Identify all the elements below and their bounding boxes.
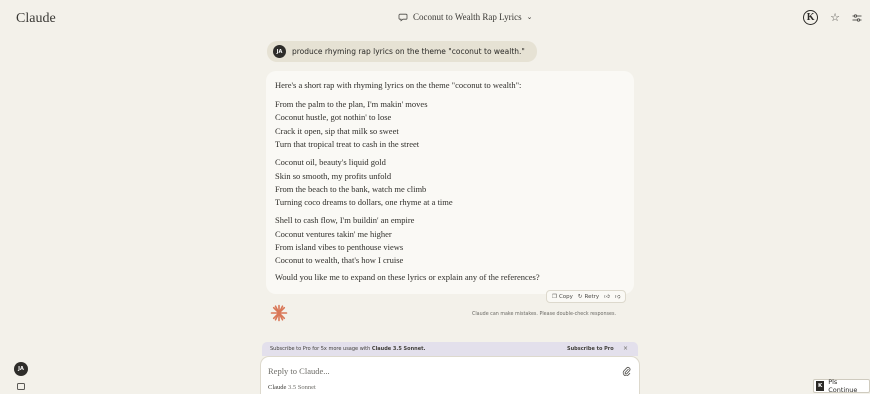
extension-logo-icon: K [816,381,825,391]
lyrics-stanza-3: Shell to cash flow, I'm buildin' an empi… [275,214,625,268]
pls-continue-button[interactable]: K Pls Continue [813,378,870,394]
brand-logo[interactable]: Claude [16,11,56,27]
lyric-line: Crack it open, sip that milk so sweet [275,125,399,136]
close-icon[interactable]: × [623,345,628,352]
lyric-line: Turning coco dreams to dollars, one rhym… [275,197,453,208]
lyric-line: From island vibes to penthouse views [275,242,404,253]
assistant-intro: Here's a short rap with rhyming lyrics o… [275,80,522,90]
retry-button[interactable]: ↻ Retry [578,294,599,300]
attach-button[interactable] [619,364,633,378]
message-actions: ❐ Copy ↻ Retry 👍︎ 👎︎ [546,290,627,303]
lyrics-stanza-1: From the palm to the plan, I'm makin' mo… [275,98,625,152]
lyric-line: Coconut to wealth, that's how I cruise [275,255,404,266]
user-message-text: produce rhyming rap lyrics on the theme … [292,47,525,56]
lyric-line: Coconut hustle, got nothin' to lose [275,112,392,123]
lyric-line: Coconut oil, beauty's liquid gold [275,157,386,168]
promo-text: Subscribe to Pro for 5x more usage with … [270,346,426,352]
retry-icon: ↻ [577,293,583,300]
conversation-title: Coconut to Wealth Rap Lyrics [413,12,522,22]
paperclip-icon [622,367,630,376]
copy-icon: ❐ [552,293,557,300]
disclaimer-text: Claude can make mistakes. Please double-… [472,312,617,317]
user-message: JA produce rhyming rap lyrics on the the… [267,41,537,62]
chat-icon [398,13,408,22]
subscribe-banner: Subscribe to Pro for 5x more usage with … [262,342,638,356]
subscribe-to-pro-link[interactable]: Subscribe to Pro [567,346,614,352]
account-avatar[interactable]: K [803,10,819,25]
model-version: 3.5 Sonnet [288,384,316,391]
thumbs-up-icon[interactable]: 👍︎ [604,294,610,300]
lyrics-stanza-2: Coconut oil, beauty's liquid gold Skin s… [275,156,625,210]
conversation-title-menu[interactable]: Coconut to Wealth Rap Lyrics ⌄ [398,12,532,22]
lyric-line: Shell to cash flow, I'm buildin' an empi… [275,215,415,226]
chevron-down-icon: ⌄ [526,13,533,21]
thumbs-down-icon[interactable]: 👎︎ [615,294,621,300]
reply-input[interactable]: Reply to Claude... [268,366,330,376]
sidebar-user-avatar[interactable]: JA [14,362,28,376]
copy-button[interactable]: ❐ Copy [552,294,573,300]
model-selector[interactable]: Claude 3.5 Sonnet [268,384,316,391]
star-icon[interactable]: ☆ [830,11,840,24]
user-avatar: JA [273,45,286,58]
lyric-line: Turn that tropical treat to cash in the … [275,139,420,150]
top-bar: Claude Coconut to Wealth Rap Lyrics ⌄ K … [0,0,870,38]
assistant-outro: Would you like me to expand on these lyr… [275,272,540,283]
model-name: Claude [268,384,287,391]
pls-continue-label: Pls Continue [828,378,858,394]
reply-composer[interactable]: Reply to Claude... Claude 3.5 Sonnet [260,356,640,394]
assistant-message: Here's a short rap with rhyming lyrics o… [266,71,634,294]
sidebar-toggle-icon[interactable] [17,383,25,390]
retry-label: Retry [584,293,600,300]
lyric-line: From the palm to the plan, I'm makin' mo… [275,99,428,109]
copy-label: Copy [558,293,573,300]
lyric-line: Coconut ventures takin' me higher [275,228,392,239]
claude-spark-icon [270,304,288,322]
settings-sliders-icon[interactable] [852,13,862,23]
lyric-line: From the beach to the bank, watch me cli… [275,183,427,194]
lyric-line: Skin so smooth, my profits unfold [275,170,392,181]
